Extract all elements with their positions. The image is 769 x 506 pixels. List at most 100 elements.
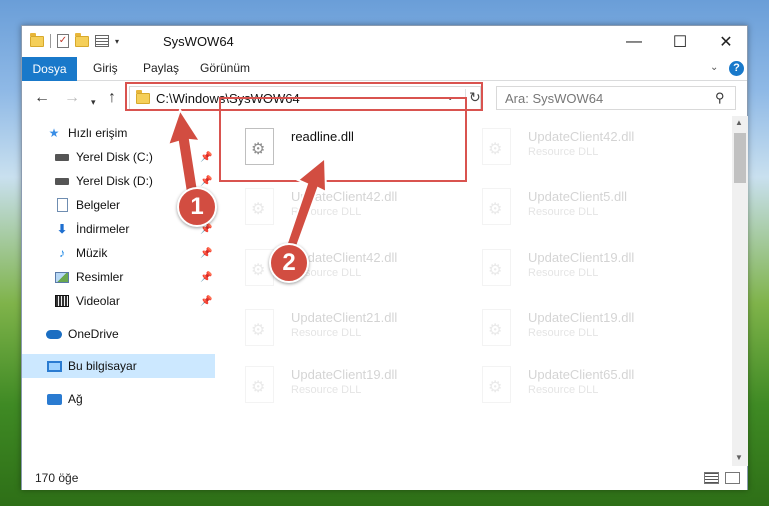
- dll-file-icon: [245, 188, 274, 225]
- sidebar-item-onedrive[interactable]: OneDrive: [22, 322, 215, 346]
- scroll-up-icon[interactable]: ▲: [735, 118, 743, 127]
- quick-access-toolbar: ✓ ▾: [30, 32, 119, 48]
- file-item[interactable]: UpdateClient5.dll Resource DLL: [474, 178, 702, 230]
- folder-icon: [30, 32, 44, 47]
- properties-check-icon[interactable]: ✓: [57, 34, 69, 48]
- window-title: SysWOW64: [163, 34, 234, 49]
- document-icon: [54, 198, 70, 212]
- pin-icon[interactable]: 📌: [200, 152, 212, 163]
- customize-dropdown-icon[interactable]: ▾: [115, 37, 119, 46]
- file-name: UpdateClient19.dll: [291, 367, 398, 382]
- sidebar-item-label: Yerel Disk (C:): [76, 150, 153, 164]
- file-type: Resource DLL: [291, 327, 362, 339]
- sidebar-item-network[interactable]: Ağ: [22, 387, 215, 411]
- new-folder-icon[interactable]: [75, 32, 89, 47]
- drive-icon: [54, 150, 70, 164]
- view-list-icon[interactable]: [95, 35, 109, 47]
- file-item[interactable]: UpdateClient19.dll Resource DLL: [474, 239, 702, 291]
- file-name: UpdateClient65.dll: [528, 367, 635, 382]
- search-placeholder[interactable]: Ara: SysWOW64: [505, 91, 603, 106]
- sidebar-item-quick-access[interactable]: ★ Hızlı erişim: [22, 121, 215, 145]
- maximize-button[interactable]: ☐: [657, 26, 703, 57]
- file-highlight-box: [219, 97, 467, 182]
- up-arrow-icon[interactable]: ↑: [108, 90, 116, 106]
- file-type: Resource DLL: [528, 327, 599, 339]
- dll-file-icon: [482, 366, 511, 403]
- ribbon-tabs: Dosya Giriş Paylaş Görünüm ⌄ ?: [22, 57, 747, 81]
- status-bar: 170 öğe: [22, 466, 747, 490]
- item-count: 170 öğe: [35, 471, 79, 485]
- sidebar-item-label: Müzik: [76, 246, 108, 260]
- dll-file-icon: [482, 128, 511, 165]
- file-name: UpdateClient5.dll: [528, 189, 628, 204]
- file-name: UpdateClient42.dll: [291, 189, 398, 204]
- minimize-button[interactable]: —: [611, 26, 657, 57]
- drive-icon: [54, 174, 70, 188]
- file-item[interactable]: UpdateClient21.dll Resource DLL: [237, 299, 465, 351]
- file-name: UpdateClient19.dll: [528, 310, 635, 325]
- dll-file-icon: [245, 309, 274, 346]
- navigation-pane: ★ Hızlı erişim Yerel Disk (C:) 📌 Yerel D…: [22, 116, 217, 464]
- pin-icon[interactable]: 📌: [200, 296, 212, 307]
- file-type: Resource DLL: [528, 267, 599, 279]
- dll-file-icon: [482, 309, 511, 346]
- tab-file[interactable]: Dosya: [22, 57, 77, 81]
- sidebar-item-label: OneDrive: [68, 327, 119, 341]
- file-item[interactable]: UpdateClient65.dll Resource DLL: [474, 356, 702, 408]
- file-item[interactable]: UpdateClient42.dll Resource DLL: [474, 118, 702, 170]
- tab-home[interactable]: Giriş: [93, 61, 118, 75]
- file-type: Resource DLL: [528, 384, 599, 396]
- sidebar-item-label: İndirmeler: [76, 222, 130, 236]
- tab-share[interactable]: Paylaş: [143, 61, 179, 75]
- star-icon: ★: [48, 126, 60, 140]
- pictures-icon: [54, 270, 70, 284]
- sidebar-item-label: Resimler: [76, 270, 124, 284]
- details-view-icon[interactable]: [704, 472, 719, 484]
- file-name: UpdateClient42.dll: [528, 129, 635, 144]
- sidebar-item-videos[interactable]: Videolar 📌: [22, 289, 215, 313]
- file-item[interactable]: UpdateClient19.dll Resource DLL: [474, 299, 702, 351]
- expand-ribbon-icon[interactable]: ⌄: [710, 62, 718, 73]
- search-icon[interactable]: ⚲: [715, 90, 725, 106]
- dll-file-icon: [482, 249, 511, 286]
- sidebar-item-this-pc[interactable]: Bu bilgisayar: [22, 354, 215, 378]
- close-button[interactable]: ✕: [703, 26, 749, 57]
- sidebar-item-label: Belgeler: [76, 198, 121, 212]
- forward-arrow-icon[interactable]: →: [64, 90, 80, 106]
- toolbar-separator: [50, 34, 51, 48]
- file-type: Resource DLL: [291, 206, 362, 218]
- file-item[interactable]: UpdateClient42.dll Resource DLL: [237, 178, 465, 230]
- file-name: UpdateClient21.dll: [291, 310, 398, 325]
- sidebar-item-label: Bu bilgisayar: [68, 359, 137, 373]
- vertical-scrollbar[interactable]: ▲ ▼: [732, 116, 748, 466]
- scroll-down-icon[interactable]: ▼: [735, 453, 743, 462]
- file-type: Resource DLL: [291, 384, 362, 396]
- network-icon: [46, 392, 62, 406]
- computer-icon: [46, 359, 62, 373]
- sidebar-item-label: Hızlı erişim: [68, 126, 128, 140]
- help-icon[interactable]: ?: [729, 61, 744, 76]
- pin-icon[interactable]: 📌: [200, 176, 212, 187]
- large-icons-view-icon[interactable]: [725, 472, 740, 484]
- music-icon: ♪: [59, 246, 65, 260]
- sidebar-item-music[interactable]: ♪ Müzik 📌: [22, 241, 215, 265]
- sidebar-item-local-disk-c[interactable]: Yerel Disk (C:) 📌: [22, 145, 215, 169]
- back-arrow-icon[interactable]: ←: [34, 90, 50, 106]
- scrollbar-thumb[interactable]: [734, 133, 746, 183]
- video-icon: [54, 294, 70, 308]
- dll-file-icon: [482, 188, 511, 225]
- file-type: Resource DLL: [528, 146, 599, 158]
- title-bar: ✓ ▾ SysWOW64 — ☐ ✕: [22, 26, 747, 57]
- sidebar-item-label: Yerel Disk (D:): [76, 174, 153, 188]
- step-badge-2: 2: [269, 243, 309, 283]
- sidebar-item-label: Ağ: [68, 392, 83, 406]
- sidebar-item-pictures[interactable]: Resimler 📌: [22, 265, 215, 289]
- dll-file-icon: [245, 366, 274, 403]
- file-item[interactable]: UpdateClient19.dll Resource DLL: [237, 356, 465, 408]
- download-icon: ⬇: [56, 222, 68, 236]
- recent-locations-icon[interactable]: ▾: [91, 94, 96, 110]
- pin-icon[interactable]: 📌: [200, 272, 212, 283]
- pin-icon[interactable]: 📌: [200, 248, 212, 259]
- tab-view[interactable]: Görünüm: [200, 61, 250, 75]
- search-box[interactable]: Ara: SysWOW64 ⚲: [496, 86, 736, 110]
